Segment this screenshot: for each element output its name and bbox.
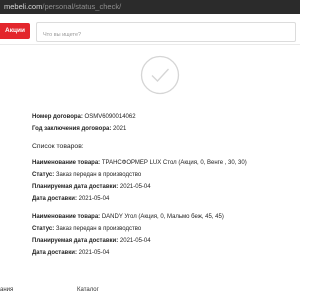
item-status-value: Заказ передан в производство [55, 226, 142, 232]
item-name-value: DANDY Угол (Акция, 0, Мальмо беж, 45, 45… [101, 214, 224, 220]
url-path: /personal/status_check/ [42, 2, 122, 11]
browser-address-bar[interactable]: mebeli.com/personal/status_check/ [0, 0, 300, 14]
item-status-label: Статус: [32, 172, 55, 178]
contract-year-value: 2021 [113, 126, 127, 132]
url-text[interactable]: mebeli.com/personal/status_check/ [4, 2, 121, 11]
goods-list-title: Список товаров: [32, 143, 84, 150]
item-planned-date-label: Планируемая дата доставки: [32, 184, 119, 190]
item-delivery-date-label: Дата доставки: [32, 250, 77, 256]
item-delivery-date-value: 2021-05-04 [78, 250, 110, 256]
item-name-label: Наименование товара: [32, 214, 101, 220]
item-planned-date-value: 2021-05-04 [119, 184, 151, 190]
item-planned-date-value: 2021-05-04 [119, 238, 151, 244]
item-status-value: Заказ передан в производство [55, 172, 142, 178]
item-planned-date-label: Планируемая дата доставки: [32, 238, 119, 244]
search-box[interactable] [36, 22, 296, 44]
item-delivery-date-label: Дата доставки: [32, 196, 77, 202]
item-status-row: Статус: Заказ передан в производство [32, 172, 141, 178]
item-name-value: ТРАНСФОРМЕР LUX Стол (Акция, 0, Венге , … [101, 160, 247, 166]
item-status-row: Статус: Заказ передан в производство [32, 226, 141, 232]
item-planned-date-row: Планируемая дата доставки: 2021-05-04 [32, 184, 151, 190]
contract-number-label: Номер договора: [32, 114, 83, 120]
contract-year-label: Год заключения договора: [32, 126, 112, 132]
footer-catalog-link[interactable]: Каталог [77, 287, 99, 293]
item-name-row: Наименование товара: ТРАНСФОРМЕР LUX Сто… [32, 160, 247, 166]
search-input[interactable] [37, 26, 283, 44]
item-status-label: Статус: [32, 226, 55, 232]
item-delivery-date-row: Дата доставки: 2021-05-04 [32, 196, 109, 202]
item-name-row: Наименование товара: DANDY Угол (Акция, … [32, 214, 224, 220]
item-name-label: Наименование товара: [32, 160, 101, 166]
site-header: Акции [0, 14, 300, 45]
contract-number-value: OSMV6090014062 [84, 114, 136, 120]
item-planned-date-row: Планируемая дата доставки: 2021-05-04 [32, 238, 151, 244]
contract-number-row: Номер договора: OSMV6090014062 [32, 114, 136, 120]
footer-company-link[interactable]: ания [0, 287, 13, 293]
item-delivery-date-row: Дата доставки: 2021-05-04 [32, 250, 109, 256]
actions-button[interactable]: Акции [0, 23, 30, 39]
contract-year-row: Год заключения договора: 2021 [32, 126, 126, 132]
success-check-icon [140, 55, 180, 95]
item-delivery-date-value: 2021-05-04 [78, 196, 110, 202]
url-domain: mebeli.com [4, 2, 43, 11]
